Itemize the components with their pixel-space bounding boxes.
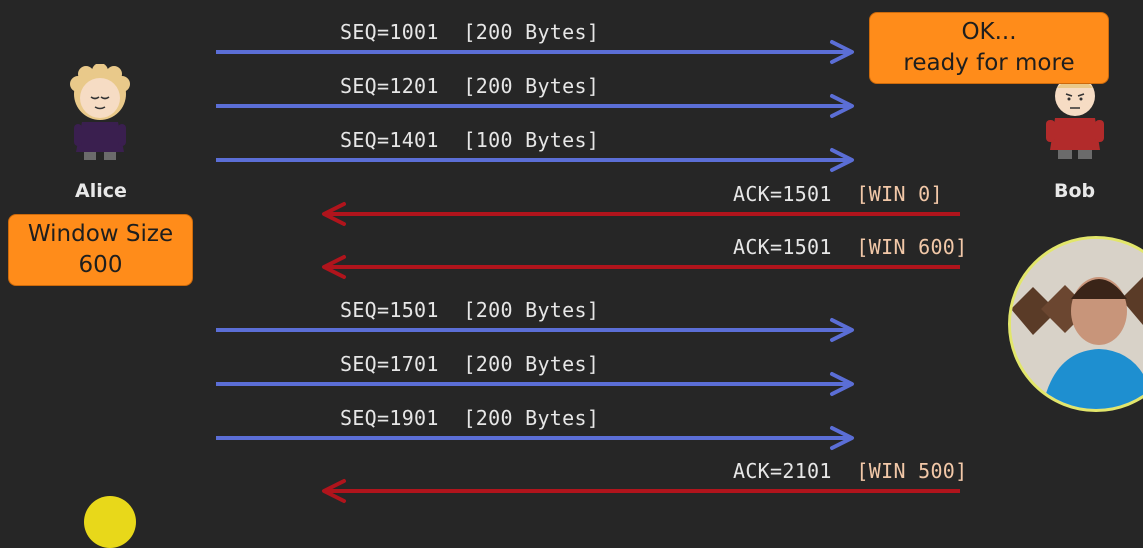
message-value: SEQ=1401 — [340, 128, 464, 152]
alice-avatar-icon — [70, 64, 130, 160]
segment-size: [200 Bytes] — [463, 20, 600, 44]
seq-label-6: SEQ=1501 [200 Bytes] — [340, 298, 599, 322]
ack-label-4: ACK=1501 [WIN 0] — [733, 182, 943, 206]
segment-size: [200 Bytes] — [463, 298, 600, 322]
bob-label: Bob — [1054, 180, 1096, 202]
segment-size: [200 Bytes] — [463, 352, 600, 376]
seq-label-8: SEQ=1901 [200 Bytes] — [340, 406, 599, 430]
message-value: SEQ=1001 — [340, 20, 464, 44]
message-value: ACK=2101 — [733, 459, 857, 483]
message-value: SEQ=1901 — [340, 406, 464, 430]
alice-callout-line2: 600 — [78, 252, 123, 278]
yellow-circle-icon — [84, 496, 136, 548]
segment-size: [200 Bytes] — [463, 406, 600, 430]
alice-label: Alice — [75, 180, 127, 202]
sequence-diagram: Alice Bob Window Size 600 OK... ready fo… — [0, 0, 1143, 548]
segment-size: [200 Bytes] — [463, 74, 600, 98]
ack-label-9: ACK=2101 [WIN 500] — [733, 459, 968, 483]
seq-label-3: SEQ=1401 [100 Bytes] — [340, 128, 599, 152]
ack-label-5: ACK=1501 [WIN 600] — [733, 235, 968, 259]
bob-callout-line1: OK... — [961, 19, 1017, 45]
bob-ok-callout: OK... ready for more — [869, 12, 1109, 84]
message-value: SEQ=1501 — [340, 298, 464, 322]
segment-size: [100 Bytes] — [463, 128, 600, 152]
message-value: ACK=1501 — [733, 235, 857, 259]
window-value: [WIN 600] — [856, 235, 968, 259]
message-value: ACK=1501 — [733, 182, 857, 206]
seq-label-7: SEQ=1701 [200 Bytes] — [340, 352, 599, 376]
window-value: [WIN 0] — [856, 182, 943, 206]
message-value: SEQ=1701 — [340, 352, 464, 376]
window-value: [WIN 500] — [856, 459, 968, 483]
seq-label-1: SEQ=1001 [200 Bytes] — [340, 20, 599, 44]
alice-callout-line1: Window Size — [27, 221, 174, 247]
seq-label-2: SEQ=1201 [200 Bytes] — [340, 74, 599, 98]
bob-callout-line2: ready for more — [903, 50, 1075, 76]
message-value: SEQ=1201 — [340, 74, 464, 98]
alice-window-size-callout: Window Size 600 — [8, 214, 193, 286]
